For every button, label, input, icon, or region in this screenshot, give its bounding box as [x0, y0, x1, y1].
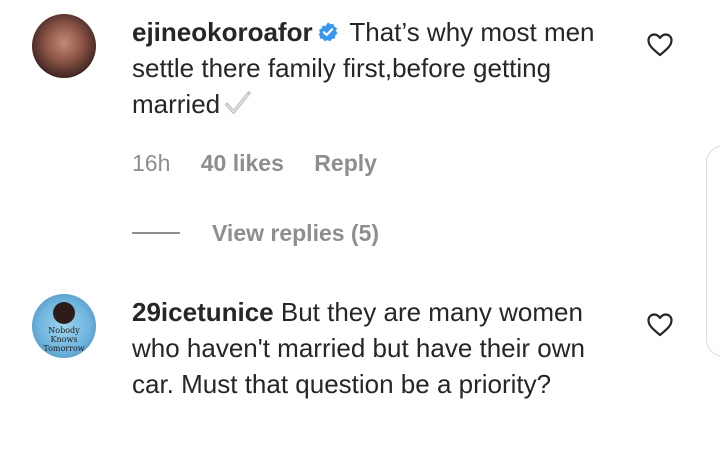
avatar[interactable]: Nobody Knows Tomorrow	[32, 294, 96, 358]
view-replies-button[interactable]: View replies (5)	[132, 216, 379, 250]
avatar-figure	[53, 302, 75, 324]
comment-text-block: 29icetunice But they are many women who …	[132, 294, 632, 402]
comments-screen: ejineokoroafor That’s why most men settl…	[0, 0, 720, 452]
replies-divider	[132, 232, 180, 234]
comment-username[interactable]: 29icetunice	[132, 297, 274, 327]
avatar[interactable]	[32, 14, 96, 78]
heavy-check-mark-icon	[225, 91, 251, 114]
like-heart-icon[interactable]	[647, 313, 673, 337]
comment-username[interactable]: ejineokoroafor	[132, 17, 313, 47]
comment-text-block: ejineokoroafor That’s why most men settl…	[132, 14, 632, 122]
overlay-card-edge	[706, 145, 720, 357]
avatar-caption: Nobody Knows Tomorrow	[43, 326, 85, 353]
verified-badge-icon	[318, 22, 338, 42]
comment-meta: 16h 40 likes Reply	[132, 150, 401, 177]
view-replies-label: View replies (5)	[212, 219, 380, 246]
likes-count[interactable]: 40 likes	[201, 150, 284, 176]
comment-timestamp: 16h	[132, 150, 171, 176]
reply-button[interactable]: Reply	[314, 150, 377, 176]
like-heart-icon[interactable]	[647, 33, 673, 57]
